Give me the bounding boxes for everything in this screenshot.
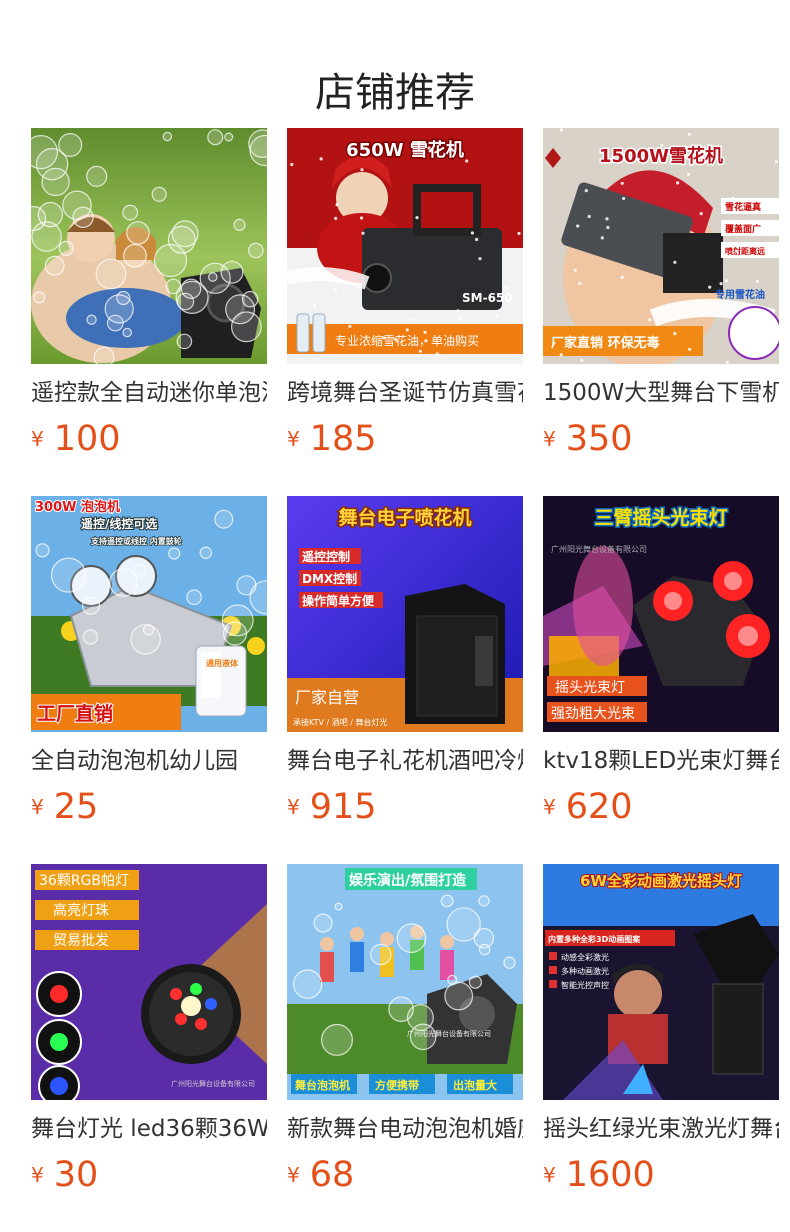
svg-text:强劲粗大光束: 强劲粗大光束 <box>551 706 635 722</box>
currency-symbol: ¥ <box>287 427 300 451</box>
product-name[interactable]: 跨境舞台圣诞节仿真雪花机 <box>287 376 523 410</box>
product-price: ¥915 <box>287 784 377 830</box>
svg-text:1500W雪花机: 1500W雪花机 <box>599 145 723 167</box>
product-card[interactable]: 遥控款全自动迷你单泡泡机 ¥100 <box>31 128 267 459</box>
price-amount: 25 <box>53 787 99 827</box>
currency-symbol: ¥ <box>543 427 556 451</box>
svg-text:专用雪花油: 专用雪花油 <box>715 288 765 301</box>
svg-text:工厂直销: 工厂直销 <box>37 702 113 725</box>
product-name[interactable]: ktv18颗LED光束灯舞台灯 <box>543 744 779 778</box>
svg-text:贸易批发: 贸易批发 <box>53 933 109 949</box>
svg-text:厂家直销 环保无毒: 厂家直销 环保无毒 <box>551 335 660 351</box>
product-name[interactable]: 新款舞台电动泡泡机婚庆 <box>287 1112 523 1146</box>
product-card[interactable]: 6W全彩动画激光摇头灯内置多种全彩3D动画图案动感全彩激光 多种动画激光 智能光控声… <box>543 864 779 1195</box>
svg-text:舞台电子喷花机: 舞台电子喷花机 <box>338 506 471 529</box>
product-price: ¥100 <box>31 416 121 462</box>
price-amount: 100 <box>53 419 121 459</box>
svg-text:SM-650: SM-650 <box>462 291 513 305</box>
svg-text:内置多种全彩3D动画图案: 内置多种全彩3D动画图案 <box>548 934 641 944</box>
product-price: ¥185 <box>287 416 377 462</box>
currency-symbol: ¥ <box>543 1163 556 1187</box>
svg-text:36颗RGB帕灯: 36颗RGB帕灯 <box>39 873 129 889</box>
product-name[interactable]: 遥控款全自动迷你单泡泡机 <box>31 376 267 410</box>
svg-text:覆盖面广: 覆盖面广 <box>725 223 761 235</box>
product-image[interactable]: 三臂摇头光束灯广州阳光舞台设备有限公司摇头光束灯强劲粗大光束 <box>543 496 779 732</box>
currency-symbol: ¥ <box>287 795 300 819</box>
product-image[interactable]: SM-650 专业浓缩雪花油，单油购买 650W 雪花机 <box>287 128 523 364</box>
svg-text:多种动画激光: 多种动画激光 <box>561 966 609 976</box>
svg-text:舞台泡泡机: 舞台泡泡机 <box>295 1078 350 1092</box>
svg-text:高亮灯珠: 高亮灯珠 <box>53 902 109 919</box>
currency-symbol: ¥ <box>31 1163 44 1187</box>
svg-text:娱乐演出/氛围打造: 娱乐演出/氛围打造 <box>349 872 466 889</box>
svg-text:方便携带: 方便携带 <box>375 1078 419 1092</box>
product-price: ¥68 <box>287 1152 354 1198</box>
product-image[interactable]: 1500W雪花机雪花逼真覆盖面广喷射距离远专用雪花油厂家直销 环保无毒 <box>543 128 779 364</box>
price-amount: 1600 <box>565 1155 655 1195</box>
product-card[interactable]: 300W 泡泡机 遥控/线控可选支持遥控或线控 内置鼓轮通用液体工厂直销全自动泡泡… <box>31 496 267 827</box>
product-image[interactable]: 300W 泡泡机 遥控/线控可选支持遥控或线控 内置鼓轮通用液体工厂直销 <box>31 496 267 732</box>
product-price: ¥350 <box>543 416 633 462</box>
svg-text:出泡量大: 出泡量大 <box>453 1078 497 1092</box>
price-amount: 915 <box>309 787 377 827</box>
currency-symbol: ¥ <box>31 795 44 819</box>
currency-symbol: ¥ <box>287 1163 300 1187</box>
svg-text:雪花逼真: 雪花逼真 <box>725 201 761 213</box>
section-title: 店铺推荐 <box>315 69 475 116</box>
svg-text:6W全彩动画激光摇头灯: 6W全彩动画激光摇头灯 <box>580 872 742 890</box>
product-image[interactable]: 36颗RGB帕灯 高亮灯珠贸易批发广州阳光舞台设备有限公司 <box>31 864 267 1100</box>
price-amount: 350 <box>565 419 633 459</box>
product-card[interactable]: 三臂摇头光束灯广州阳光舞台设备有限公司摇头光束灯强劲粗大光束 ktv18颗LED光… <box>543 496 779 827</box>
svg-text:专业浓缩雪花油，单油购买: 专业浓缩雪花油，单油购买 <box>335 333 479 348</box>
product-image[interactable]: 舞台电子喷花机遥控控制 DMX控制操作简单方便厂家自营承接KTV / 酒吧 / 舞… <box>287 496 523 732</box>
product-image[interactable] <box>31 128 267 364</box>
svg-text:智能光控声控: 智能光控声控 <box>561 980 609 990</box>
product-name[interactable]: 摇头红绿光束激光灯舞台 <box>543 1112 779 1146</box>
svg-text:厂家自营: 厂家自营 <box>295 688 359 707</box>
svg-text:广州阳光舞台设备有限公司: 广州阳光舞台设备有限公司 <box>551 544 647 554</box>
product-price: ¥30 <box>31 1152 98 1198</box>
price-amount: 620 <box>565 787 633 827</box>
price-amount: 185 <box>309 419 377 459</box>
svg-text:承接KTV / 酒吧 / 舞台灯光: 承接KTV / 酒吧 / 舞台灯光 <box>293 717 388 727</box>
product-image[interactable]: 娱乐演出/氛围打造 广州阳光舞台设备有限公司 舞台泡泡机 方便携带 出泡量大 <box>287 864 523 1100</box>
svg-text:650W 雪花机: 650W 雪花机 <box>346 139 464 161</box>
svg-text:操作简单方便: 操作简单方便 <box>302 593 375 608</box>
svg-text:300W 泡泡机: 300W 泡泡机 <box>35 499 120 515</box>
product-name[interactable]: 1500W大型舞台下雪机 <box>543 376 779 410</box>
svg-text:通用液体: 通用液体 <box>206 658 239 668</box>
product-price: ¥620 <box>543 784 633 830</box>
product-card[interactable]: 1500W雪花机 雪花逼真 覆盖面广 喷射距离远 专用雪花油 厂家直销 环保无毒 1500W… <box>543 128 779 459</box>
product-price: ¥1600 <box>543 1152 655 1198</box>
svg-text:DMX控制: DMX控制 <box>302 571 357 586</box>
product-price: ¥25 <box>31 784 98 830</box>
price-amount: 68 <box>309 1155 355 1195</box>
svg-text:摇头光束灯: 摇头光束灯 <box>555 680 625 696</box>
product-name[interactable]: 全自动泡泡机幼儿园 <box>31 744 267 778</box>
svg-text:动感全彩激光: 动感全彩激光 <box>561 952 609 962</box>
svg-text:遥控/线控可选: 遥控/线控可选 <box>81 516 157 531</box>
currency-symbol: ¥ <box>543 795 556 819</box>
product-card[interactable]: SM-650 专业浓缩雪花油，单油购买 650W 雪花机跨境舞台圣诞节仿真雪花机 ¥1… <box>287 128 523 459</box>
svg-text:广州阳光舞台设备有限公司: 广州阳光舞台设备有限公司 <box>171 1079 255 1088</box>
currency-symbol: ¥ <box>31 427 44 451</box>
store-recommendations: 店铺推荐 遥控款全自动迷你单泡泡机 ¥100 SM-650 专业浓缩雪花油，单油购买 6… <box>0 0 790 1232</box>
svg-text:喷射距离远: 喷射距离远 <box>725 246 765 256</box>
price-amount: 30 <box>53 1155 99 1195</box>
product-card[interactable]: 娱乐演出/氛围打造 广州阳光舞台设备有限公司 舞台泡泡机 方便携带 出泡量大 新款舞台电动… <box>287 864 523 1195</box>
svg-text:支持遥控或线控 内置鼓轮: 支持遥控或线控 内置鼓轮 <box>90 536 182 546</box>
product-card[interactable]: 舞台电子喷花机遥控控制 DMX控制操作简单方便厂家自营承接KTV / 酒吧 / 舞… <box>287 496 523 827</box>
product-name[interactable]: 舞台灯光 led36颗36W帕灯 <box>31 1112 267 1146</box>
product-name[interactable]: 舞台电子礼花机酒吧冷焰火 <box>287 744 523 778</box>
svg-text:遥控控制: 遥控控制 <box>302 549 350 564</box>
product-card[interactable]: 36颗RGB帕灯 高亮灯珠贸易批发广州阳光舞台设备有限公司舞台灯光 led36颗3… <box>31 864 267 1195</box>
svg-text:三臂摇头光束灯: 三臂摇头光束灯 <box>594 506 727 529</box>
product-image[interactable]: 6W全彩动画激光摇头灯内置多种全彩3D动画图案动感全彩激光 多种动画激光 智能光控声… <box>543 864 779 1100</box>
